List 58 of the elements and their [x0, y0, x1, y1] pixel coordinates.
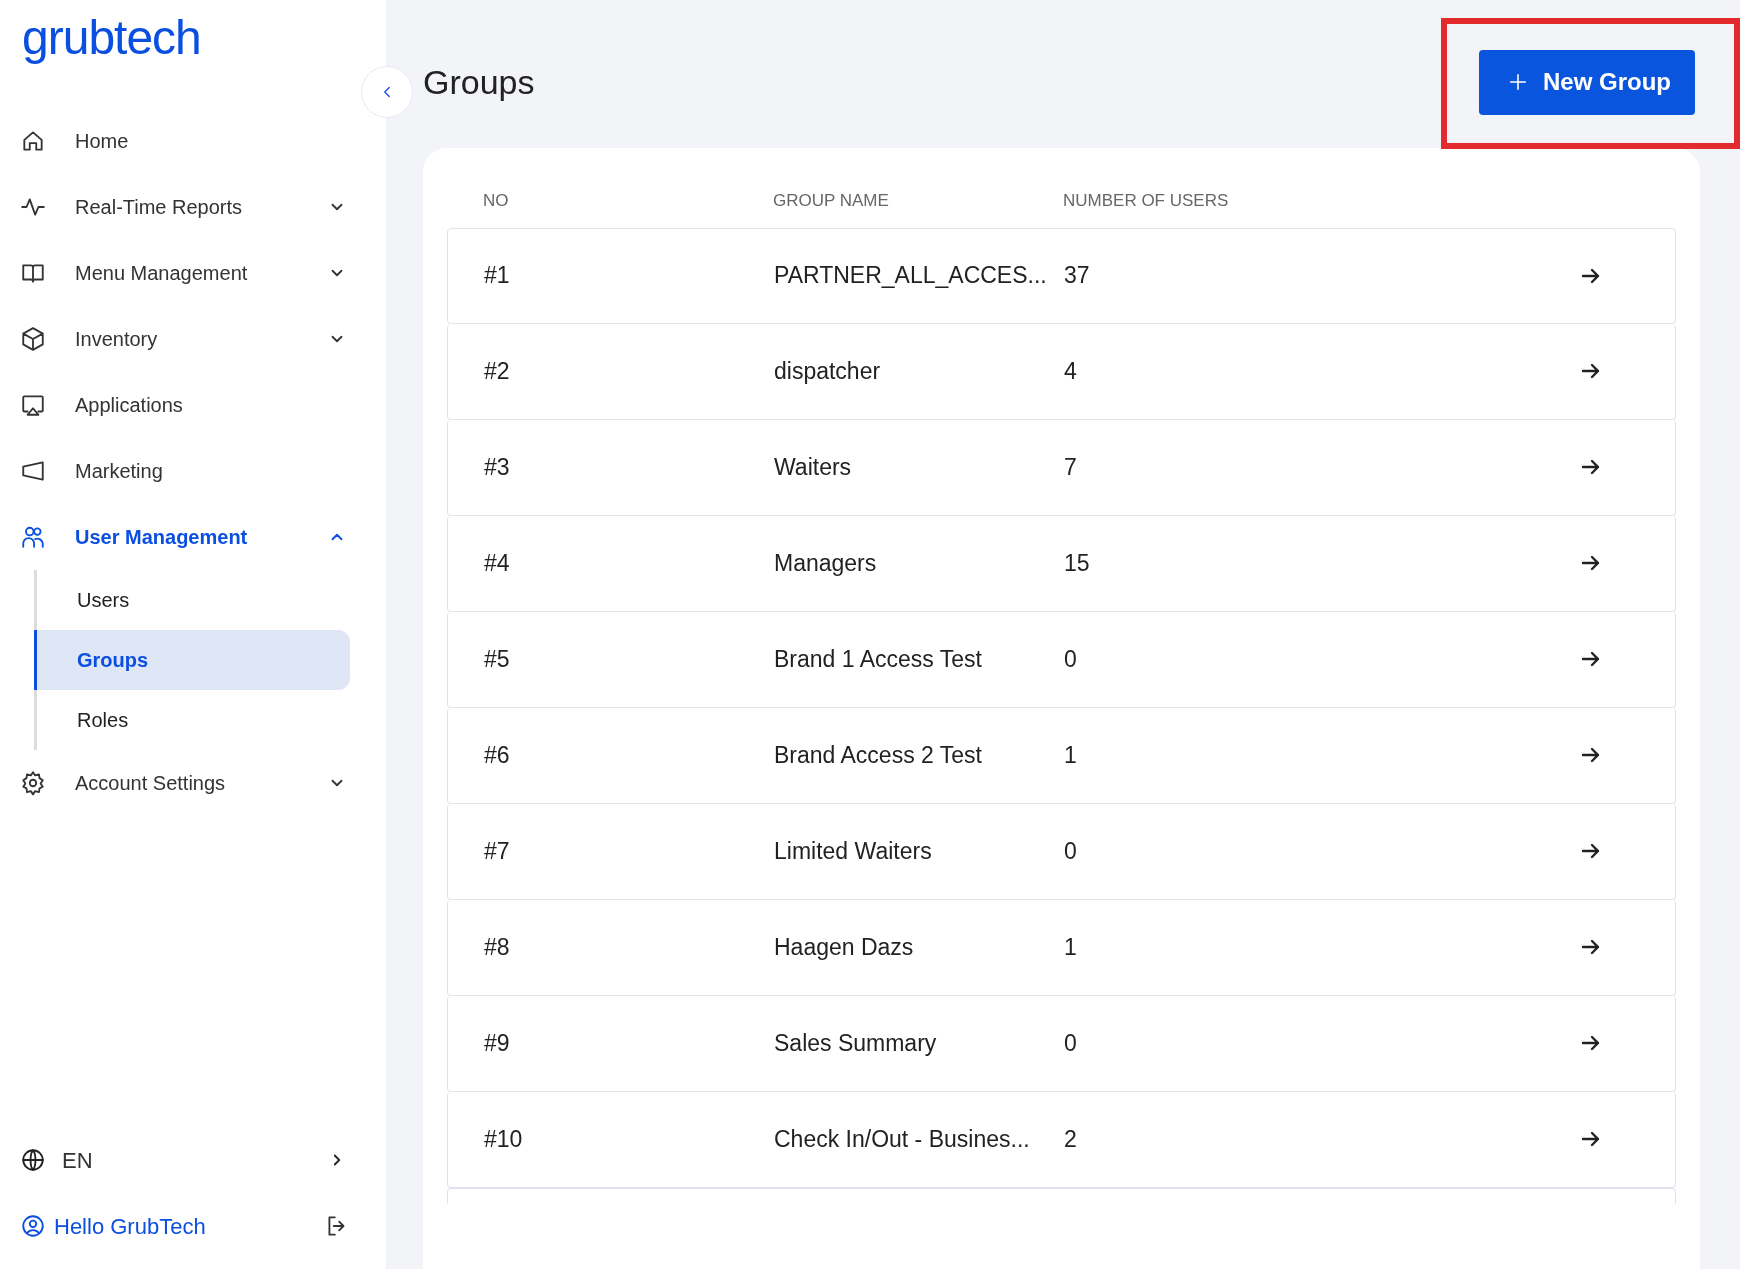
column-header: GROUP NAME	[773, 190, 890, 212]
column-header: NUMBER OF USERS	[1063, 190, 1230, 212]
sidebar-item[interactable]: Applications	[20, 372, 350, 438]
table-row[interactable]: #1 PARTNER_ALL_ACCES... 37	[447, 227, 1676, 324]
table-cell-text: 1	[1064, 932, 1078, 962]
table-cell-text: 1	[1064, 740, 1078, 770]
table-cell-text: Limited Waiters	[774, 836, 933, 866]
table-cell-text: dispatcher	[774, 356, 882, 386]
submenu-item[interactable]: Groups	[34, 630, 350, 690]
sidebar-item[interactable]: Marketing	[20, 438, 350, 504]
sidebar-item[interactable]: Home	[20, 108, 350, 174]
table-cell-text: 4	[1064, 356, 1078, 386]
table-cell-text: #2	[484, 356, 511, 386]
table-cell-text: Check In/Out - Busines...	[774, 1124, 1031, 1154]
column-header: NO	[483, 190, 510, 212]
megaphone-icon	[20, 458, 46, 484]
table-cell-text: Waiters	[774, 452, 853, 482]
users-icon	[20, 524, 46, 550]
sidebar-item[interactable]: Inventory	[20, 306, 350, 372]
table-cell-text: #1	[484, 261, 511, 291]
language-selector[interactable]: EN	[20, 1127, 350, 1193]
cube-icon	[20, 326, 46, 352]
table-cell-text: Haagen Dazs	[774, 932, 915, 962]
table-cell-text: 15	[1064, 548, 1091, 578]
sidebar-item[interactable]: User Management	[20, 504, 350, 570]
table-cell-text: #7	[484, 836, 511, 866]
table-cell-text: Brand Access 2 Test	[774, 740, 983, 770]
submenu-item[interactable]: Users	[34, 570, 350, 630]
table-cell-text: #3	[484, 452, 511, 482]
table-cell-text: 0	[1064, 836, 1078, 866]
page-title: Groups	[423, 61, 535, 103]
submenu-item[interactable]: Roles	[34, 690, 350, 750]
table-cell-text: #5	[484, 644, 511, 674]
table-cell-text: #10	[484, 1124, 524, 1154]
plus-icon	[1507, 71, 1529, 93]
screen-icon	[20, 392, 46, 418]
table-cell-text: Managers	[774, 548, 878, 578]
table-cell-text: #6	[484, 740, 511, 770]
table-cell-text: Sales Summary	[774, 1028, 938, 1058]
sidebar-item[interactable]: Account Settings	[20, 750, 350, 816]
table-cell-text: PARTNER_ALL_ACCES...	[774, 261, 1048, 291]
table-cell-text: 7	[1064, 452, 1078, 482]
logo: grubtech	[22, 14, 202, 62]
table-cell-text: #9	[484, 1028, 511, 1058]
settings-icon	[20, 770, 46, 796]
table-cell-text: Brand 1 Access Test	[774, 644, 983, 674]
user-icon	[20, 1213, 46, 1239]
globe-icon	[20, 1147, 46, 1173]
table-cell-text: 37	[1064, 261, 1091, 291]
table-cell-text: 0	[1064, 644, 1078, 674]
table-cell-text: #4	[484, 548, 511, 578]
table-cell-text: #8	[484, 932, 511, 962]
table-cell-text: 2	[1064, 1124, 1078, 1154]
sidebar-item[interactable]: Real-Time Reports	[20, 174, 350, 240]
new-group-button[interactable]: New Group	[1479, 49, 1695, 115]
user-greeting: Hello GrubTech	[54, 1212, 207, 1241]
sidebar-item[interactable]: Menu Management	[20, 240, 350, 306]
table-cell-text: 0	[1064, 1028, 1078, 1058]
